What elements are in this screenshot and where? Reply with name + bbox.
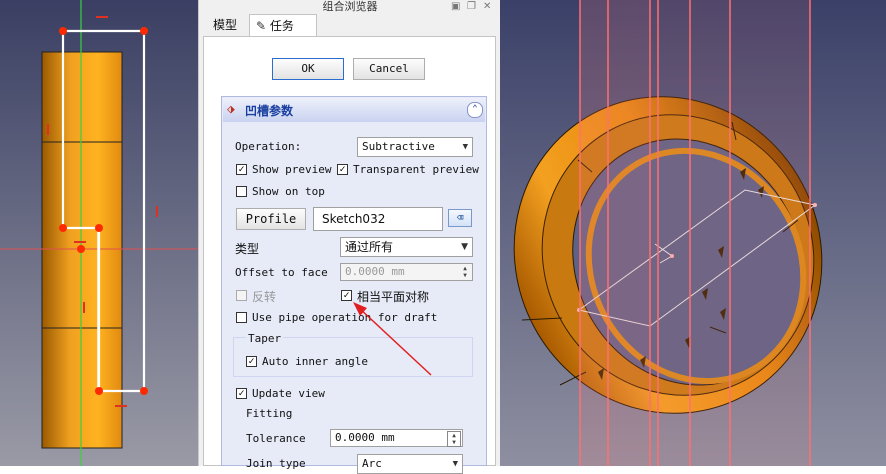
close-icon[interactable]: ✕ <box>483 1 491 12</box>
right-3d-view[interactable] <box>500 0 886 466</box>
left-view-canvas <box>0 0 198 466</box>
operation-select[interactable]: Subtractive ▼ <box>357 137 473 157</box>
chevron-down-icon: ▼ <box>461 242 468 252</box>
clear-profile-icon[interactable]: ⌫ <box>448 209 472 227</box>
cancel-button[interactable]: Cancel <box>353 58 425 80</box>
show-preview-label: Show preview <box>252 163 332 176</box>
symmetric-checkbox[interactable]: ✓ <box>341 290 352 301</box>
restore-icon[interactable]: ❐ <box>467 1 476 12</box>
profile-field[interactable]: Sketch032 <box>313 207 443 231</box>
symmetric-label: 相当平面对称 <box>357 290 430 304</box>
join-type-value: Arc <box>362 457 382 470</box>
auto-inner-label: Auto inner angle <box>262 355 368 368</box>
show-preview-checkbox[interactable]: ✓ <box>236 164 247 175</box>
transparent-preview-label: Transparent preview <box>353 163 479 176</box>
offset-value: 0.0000 mm <box>345 265 405 278</box>
ok-button[interactable]: OK <box>272 58 344 80</box>
tab-model[interactable]: 模型 <box>207 14 249 36</box>
update-view-label: Update view <box>252 387 325 400</box>
collapse-icon[interactable]: ⌃ <box>467 102 483 118</box>
operation-value: Subtractive <box>362 140 435 153</box>
tab-tasks-label: 任务 <box>269 19 294 33</box>
left-3d-view[interactable] <box>0 0 198 466</box>
tab-tasks[interactable]: ✎ 任务 <box>249 14 317 36</box>
join-type-select[interactable]: Arc ▼ <box>357 454 463 474</box>
tolerance-value: 0.0000 mm <box>335 431 395 444</box>
offset-label: Offset to face <box>235 266 328 279</box>
show-on-top-label: Show on top <box>252 185 325 198</box>
offset-field[interactable]: 0.0000 mm ▲ ▼ <box>340 263 473 281</box>
tolerance-label: Tolerance <box>246 432 306 445</box>
taper-label: Taper <box>246 332 284 345</box>
auto-inner-checkbox[interactable]: ✓ <box>246 356 257 367</box>
pipe-label: Use pipe operation for draft <box>252 311 438 324</box>
type-select[interactable]: 通过所有 ▼ <box>340 237 473 257</box>
group-header[interactable]: ⬗ 凹槽参数 ⌃ <box>223 98 485 122</box>
update-view-checkbox[interactable]: ✓ <box>236 388 247 399</box>
groove-icon: ⬗ <box>227 102 235 117</box>
reversed-checkbox[interactable] <box>236 290 247 301</box>
combo-browser-panel: 组合浏览器 ▣ ❐ ✕ 模型 ✎ 任务 OK Cancel ⬗ 凹槽参数 ⌃ O… <box>198 0 502 474</box>
chevron-down-icon: ▼ <box>462 142 468 152</box>
show-on-top-checkbox[interactable] <box>236 186 247 197</box>
type-label: 类型 <box>235 242 260 256</box>
group-title: 凹槽参数 <box>245 104 294 118</box>
pencil-icon: ✎ <box>256 19 267 33</box>
tolerance-field[interactable]: 0.0000 mm ▲ ▼ <box>330 429 463 447</box>
reversed-label: 反转 <box>252 290 277 304</box>
fitting-label: Fitting <box>246 407 293 420</box>
spin-arrows-icon: ▲ ▼ <box>447 431 461 447</box>
spin-arrows-icon: ▲ ▼ <box>463 265 467 279</box>
transparent-preview-checkbox[interactable]: ✓ <box>337 164 348 175</box>
join-type-label: Join type <box>246 457 306 470</box>
operation-label: Operation: <box>235 140 302 153</box>
right-view-canvas <box>513 0 823 466</box>
chevron-down-icon: ▼ <box>452 459 458 469</box>
pipe-checkbox[interactable] <box>236 312 247 323</box>
datum-planes <box>579 0 811 466</box>
float-icon[interactable]: ▣ <box>451 1 460 12</box>
type-value: 通过所有 <box>345 240 394 254</box>
profile-button[interactable]: Profile <box>236 208 306 230</box>
